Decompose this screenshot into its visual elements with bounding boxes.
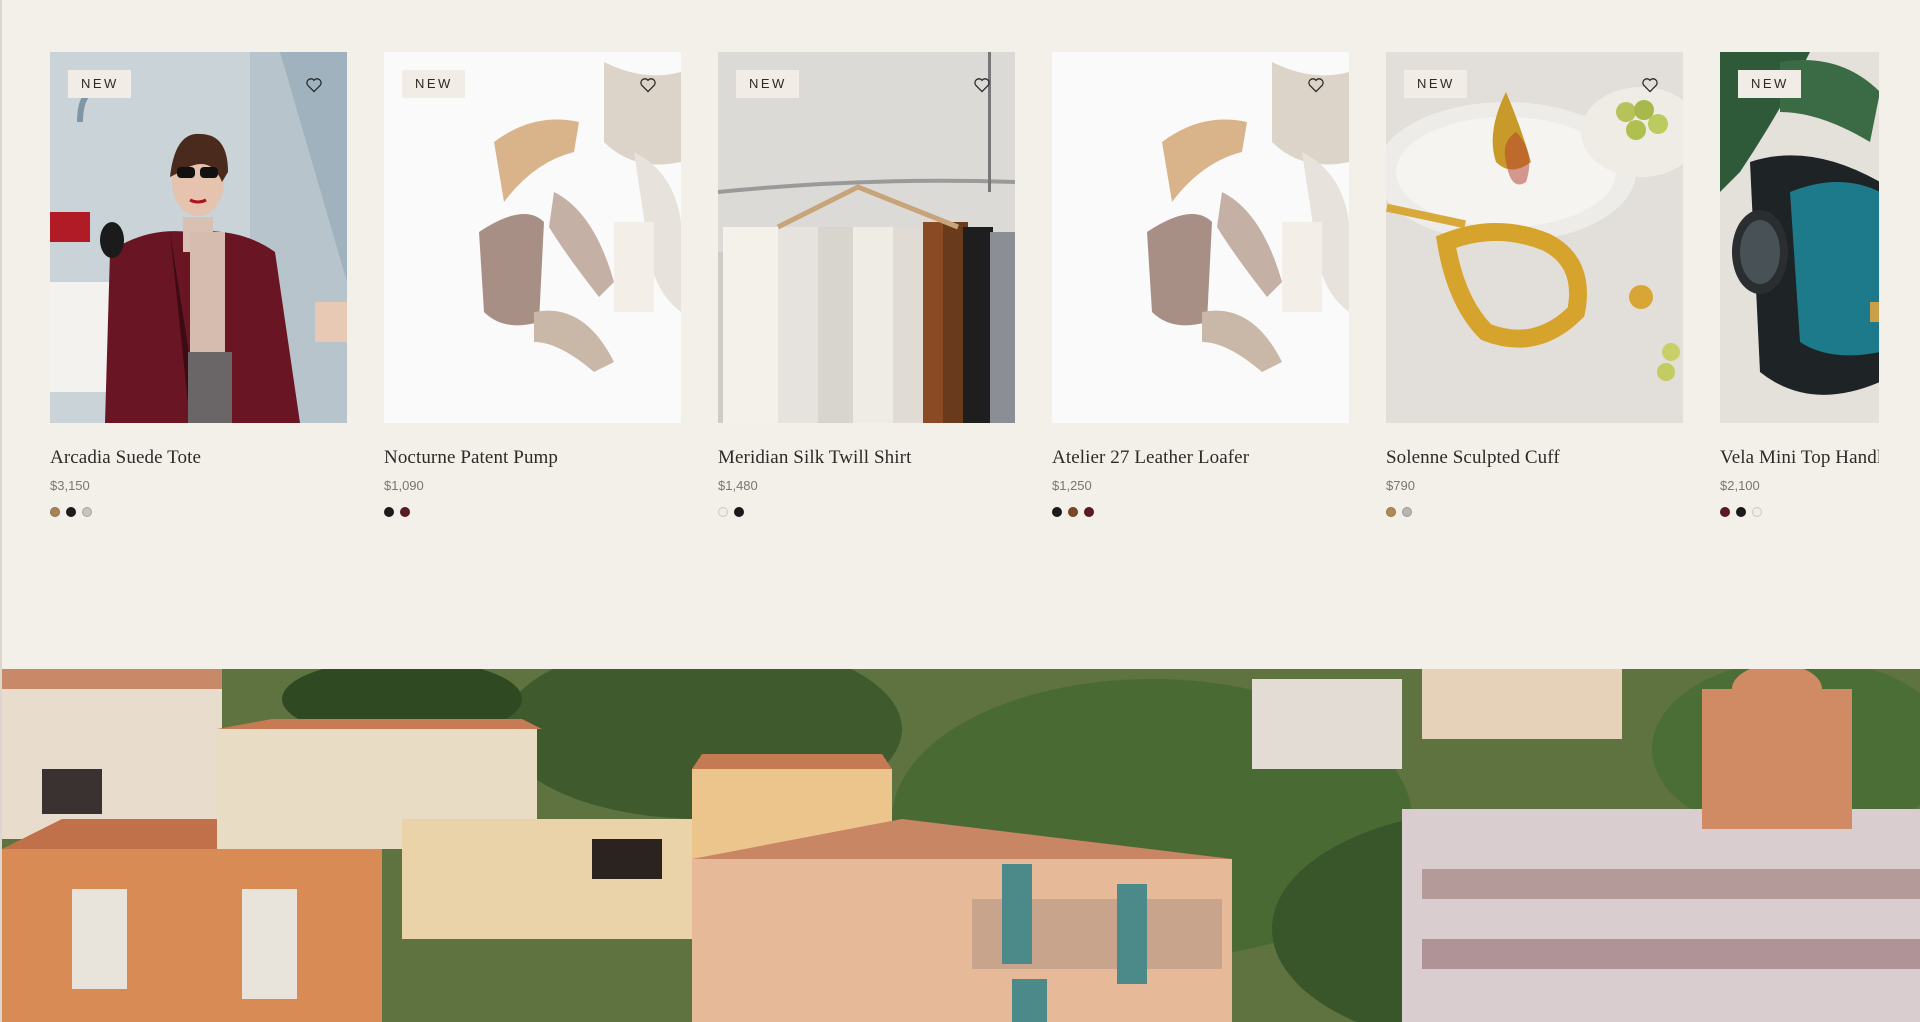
heart-outline-icon[interactable]: [1307, 77, 1325, 93]
color-swatch[interactable]: [734, 507, 744, 517]
heart-outline-icon[interactable]: [973, 77, 991, 93]
product-image[interactable]: NEW: [1386, 52, 1683, 423]
color-swatch[interactable]: [82, 507, 92, 517]
product-card[interactable]: NEW Nocturne Patent Pump $1,090: [384, 52, 681, 517]
product-card[interactable]: Atelier 27 Leather Loafer $1,250: [1052, 52, 1349, 517]
product-name[interactable]: Solenne Sculpted Cuff: [1386, 447, 1683, 469]
product-carousel: NEW Arcadia Suede Tote $3,150 NEW Noctur…: [50, 52, 1879, 542]
product-image[interactable]: NEW: [50, 52, 347, 423]
color-swatch[interactable]: [384, 507, 394, 517]
product-image[interactable]: [1052, 52, 1349, 423]
product-price: $2,100: [1720, 478, 1760, 493]
heart-outline-icon[interactable]: [1641, 77, 1659, 93]
product-image[interactable]: NEW: [384, 52, 681, 423]
color-swatch[interactable]: [66, 507, 76, 517]
color-swatch[interactable]: [1752, 507, 1762, 517]
color-swatch[interactable]: [718, 507, 728, 517]
product-price: $1,090: [384, 478, 424, 493]
new-badge: NEW: [1738, 70, 1801, 98]
product-image[interactable]: NEW: [718, 52, 1015, 423]
product-name[interactable]: Arcadia Suede Tote: [50, 447, 347, 469]
color-swatches: [1052, 507, 1349, 517]
color-swatches: [1720, 507, 1879, 517]
new-badge: NEW: [68, 70, 131, 98]
product-image[interactable]: NEW: [1720, 52, 1879, 423]
product-price: $3,150: [50, 478, 90, 493]
product-card[interactable]: NEW Meridian Silk Twill Shirt $1,480: [718, 52, 1015, 517]
color-swatch[interactable]: [1736, 507, 1746, 517]
new-badge: NEW: [1404, 70, 1467, 98]
color-swatches: [718, 507, 1015, 517]
color-swatch[interactable]: [1386, 507, 1396, 517]
hero-image-riviera-town: [2, 669, 1920, 1022]
color-swatch[interactable]: [400, 507, 410, 517]
product-card[interactable]: NEW Arcadia Suede Tote $3,150: [50, 52, 347, 517]
color-swatch[interactable]: [1052, 507, 1062, 517]
color-swatch[interactable]: [1720, 507, 1730, 517]
product-name[interactable]: Atelier 27 Leather Loafer: [1052, 447, 1349, 469]
new-badge: NEW: [402, 70, 465, 98]
product-track: NEW Arcadia Suede Tote $3,150 NEW Noctur…: [50, 52, 1879, 517]
product-card[interactable]: NEW Vela Mini Top Handle $2,100: [1720, 52, 1879, 517]
color-swatches: [1386, 507, 1683, 517]
color-swatch[interactable]: [1068, 507, 1078, 517]
heart-outline-icon[interactable]: [305, 77, 323, 93]
product-card[interactable]: NEW Solenne Sculpted Cuff $790: [1386, 52, 1683, 517]
color-swatch[interactable]: [50, 507, 60, 517]
color-swatches: [50, 507, 347, 517]
product-price: $790: [1386, 478, 1415, 493]
color-swatches: [384, 507, 681, 517]
product-name[interactable]: Vela Mini Top Handle: [1720, 447, 1879, 469]
product-price: $1,250: [1052, 478, 1092, 493]
heart-outline-icon[interactable]: [639, 77, 657, 93]
color-swatch[interactable]: [1084, 507, 1094, 517]
product-name[interactable]: Nocturne Patent Pump: [384, 447, 681, 469]
product-price: $1,480: [718, 478, 758, 493]
product-name[interactable]: Meridian Silk Twill Shirt: [718, 447, 1015, 469]
color-swatch[interactable]: [1402, 507, 1412, 517]
new-badge: NEW: [736, 70, 799, 98]
